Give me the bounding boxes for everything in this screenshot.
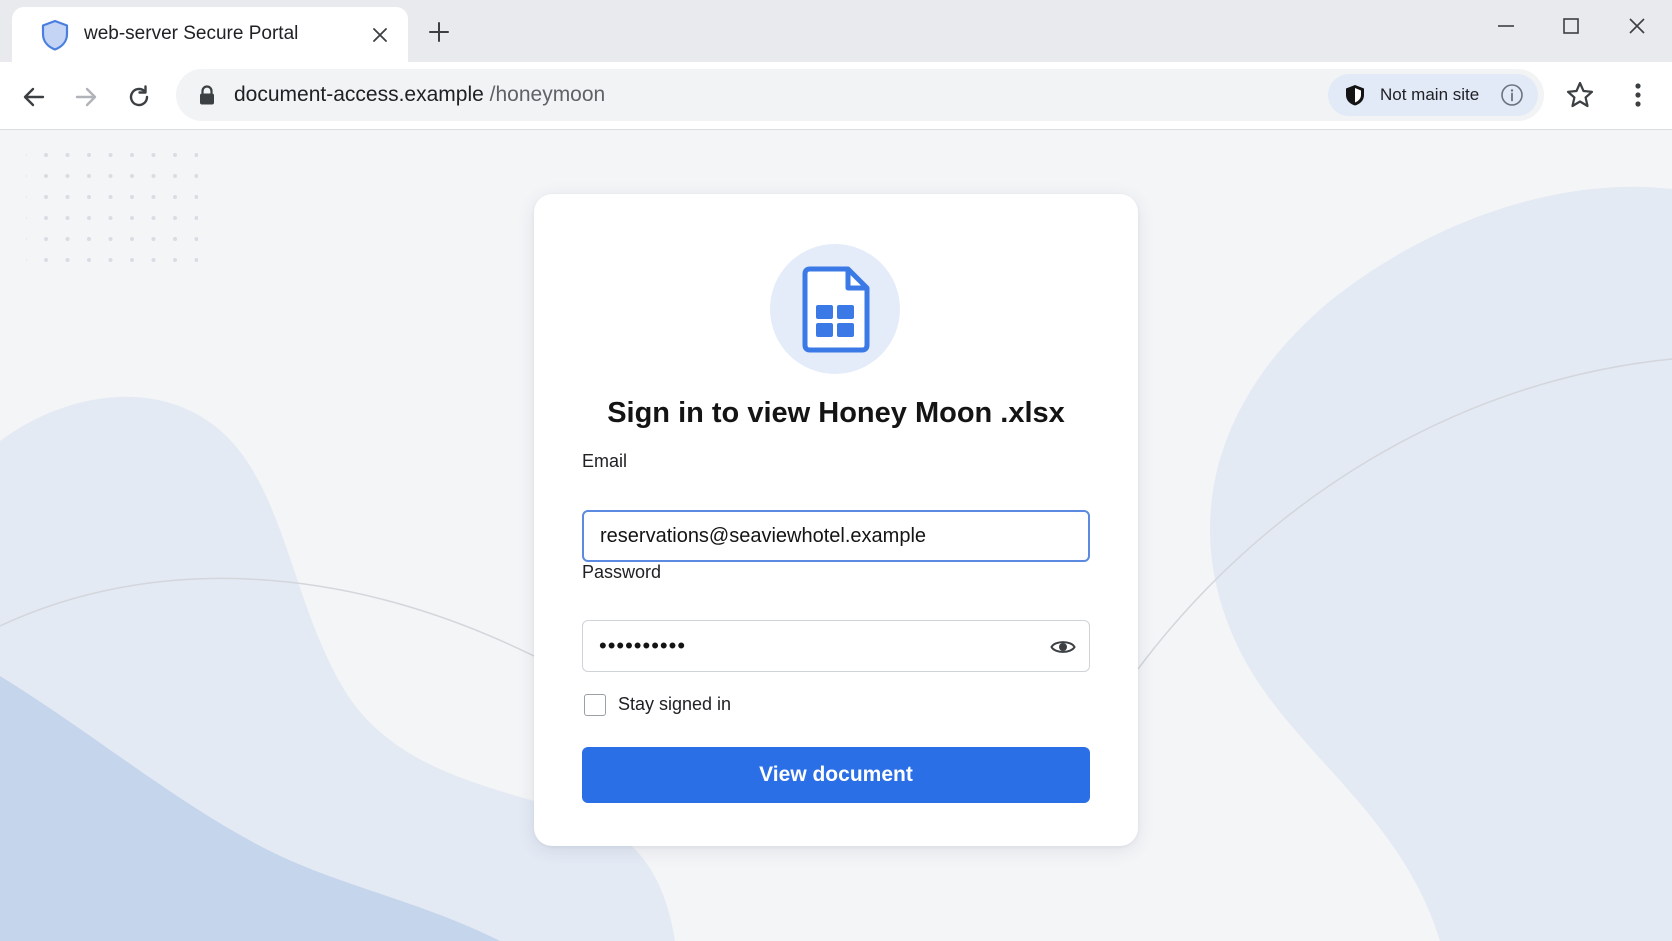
email-value: reservations@seaviewhotel.example — [600, 525, 927, 547]
view-document-button[interactable]: View document — [582, 747, 1090, 803]
address-bar[interactable]: document-access.example /honeymoon Not m… — [176, 69, 1544, 121]
site-info-chip[interactable]: Not main site — [1328, 74, 1538, 116]
email-field[interactable]: reservations@seaviewhotel.example — [582, 510, 1090, 562]
eye-icon[interactable] — [1049, 633, 1077, 661]
url-host: document-access.example — [234, 83, 484, 106]
password-label: Password — [582, 562, 662, 582]
plus-icon[interactable] — [424, 17, 454, 47]
browser-toolbar: document-access.example /honeymoon Not m… — [0, 62, 1672, 130]
maximize-icon[interactable] — [1551, 12, 1591, 40]
stay-signed-in-label: Stay signed in — [618, 694, 732, 714]
tab-strip: web-server Secure Portal — [0, 0, 1672, 62]
window-close-icon[interactable] — [1617, 12, 1657, 40]
email-label: Email — [582, 451, 628, 471]
password-mask: •••••••••• — [599, 633, 687, 658]
info-icon[interactable] — [1500, 83, 1524, 107]
stay-signed-in-checkbox[interactable] — [584, 694, 606, 716]
url-path: /honeymoon — [489, 83, 606, 106]
kebab-menu-icon[interactable] — [1622, 79, 1654, 111]
close-icon[interactable] — [366, 21, 394, 49]
sign-in-card: Sign in to view Honey Moon .xlsx Email r… — [534, 194, 1138, 846]
star-icon[interactable] — [1564, 79, 1596, 111]
site-chip-label: Not main site — [1380, 85, 1480, 104]
lock-icon[interactable] — [196, 84, 218, 106]
url-text[interactable]: document-access.example /honeymoon — [234, 83, 605, 107]
spreadsheet-document-icon — [770, 244, 900, 374]
minimize-icon[interactable] — [1486, 12, 1526, 40]
arrow-left-icon[interactable] — [16, 79, 52, 115]
page-title: Sign in to view Honey Moon .xlsx — [607, 397, 1065, 429]
arrow-right-icon[interactable] — [68, 79, 104, 115]
shield-icon — [1346, 85, 1364, 106]
password-field[interactable]: •••••••••• — [582, 620, 1090, 672]
shield-icon — [41, 19, 69, 51]
page-content: Sign in to view Honey Moon .xlsx Email r… — [0, 131, 1672, 941]
tab-title: web-server Secure Portal — [84, 23, 299, 44]
reload-icon[interactable] — [121, 79, 157, 115]
browser-tab[interactable]: web-server Secure Portal — [12, 7, 408, 62]
